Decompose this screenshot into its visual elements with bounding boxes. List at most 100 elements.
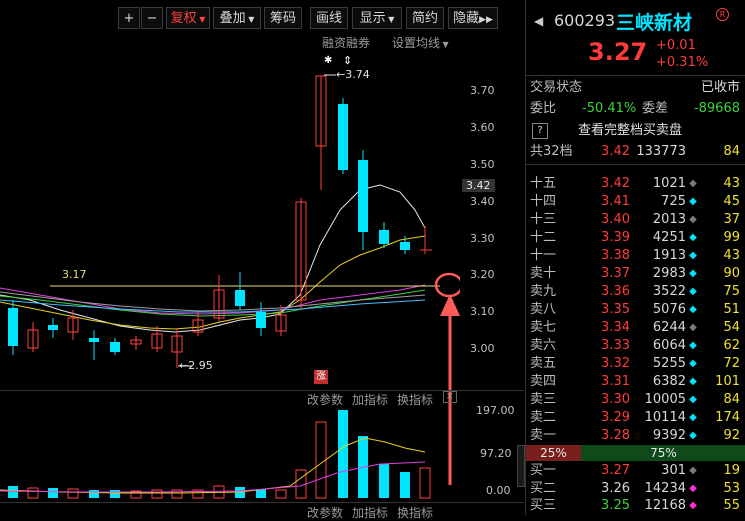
weibi-label: 委比 (530, 101, 557, 116)
diamond-icon: ◆ (689, 376, 697, 387)
shezhi-junxian-dropdown[interactable]: 设置均线 ▼ (392, 34, 449, 51)
rongzi-link[interactable]: 融资融券 (322, 34, 370, 51)
zoom-out-button[interactable]: − (141, 7, 163, 29)
price-change-pct: +0.31% (656, 55, 709, 70)
trade-status-row: 交易状态 已收市 (526, 79, 745, 97)
diejia-dropdown[interactable]: 叠加 ▼ (213, 7, 261, 29)
price-axis-label: 3.00 (470, 342, 495, 355)
level-count: 99 (723, 230, 740, 245)
weibi-row: 委比 -50.41% 委差 -89668 (526, 100, 745, 118)
level-volume: 14234 (644, 481, 686, 496)
price-axis-label: 3.40 (470, 195, 495, 208)
diamond-icon: ◆ (689, 394, 697, 405)
diamond-icon: ◆ (689, 412, 697, 423)
list-item: 卖一 3.28 9392 ◆ 92 (526, 427, 745, 445)
huanzhibiao-button-2[interactable]: 换指标 (397, 504, 433, 521)
settings-circle-icon[interactable]: R (716, 8, 729, 21)
level-count: 72 (723, 356, 740, 371)
chouma-button[interactable]: 筹码 (264, 7, 302, 29)
level-label: 卖九 (530, 284, 557, 299)
full-book-row[interactable]: ? 查看完整档买卖盘 (526, 122, 745, 140)
current-price-axis-label: 3.42 (462, 179, 495, 192)
double-arrow-icon: ▶▶ (479, 15, 493, 25)
huaxian-button[interactable]: 画线 (310, 7, 348, 29)
level-price: 3.30 (601, 392, 630, 407)
level-label: 卖四 (530, 374, 557, 389)
chevron-down-icon: ▼ (440, 40, 449, 49)
level-count: 75 (723, 284, 740, 299)
diamond-icon: ◆ (689, 358, 697, 369)
chevron-down-icon: ▼ (385, 15, 395, 24)
list-item: 卖六 3.33 6064 ◆ 62 (526, 337, 745, 355)
level-price: 3.38 (601, 248, 630, 263)
yincang-button[interactable]: 隐藏▶▶ (448, 7, 498, 29)
low-price-label: ←2.95 (179, 359, 213, 372)
level-label: 买一 (530, 463, 557, 478)
level-price: 3.33 (601, 338, 630, 353)
current-price: 3.27 (588, 38, 648, 66)
weibi-value: -50.41% (582, 101, 637, 116)
fuquan-dropdown[interactable]: 复权 ▼ (166, 7, 210, 29)
level-price: 3.39 (601, 230, 630, 245)
jianyue-button[interactable]: 简约 (406, 7, 444, 29)
volume-chart[interactable] (0, 406, 460, 501)
level-price: 3.41 (601, 194, 630, 209)
close-icon[interactable]: ✕ (443, 391, 457, 403)
price-axis-label: 3.60 (470, 121, 495, 134)
level-volume: 2983 (652, 266, 686, 281)
total-levels-row: 共32档 3.42 133773 84 (526, 143, 745, 161)
level-label: 卖七 (530, 320, 557, 335)
stock-name: 三峡新材 (616, 12, 693, 34)
header-divider (526, 75, 745, 76)
level-label: 卖三 (530, 392, 557, 407)
level-price: 3.29 (601, 410, 630, 425)
diamond-icon: ◆ (689, 214, 697, 225)
level-price: 3.36 (601, 284, 630, 299)
price-axis-label: 3.30 (470, 232, 495, 245)
list-item: 十一 3.38 1913 ◆ 43 (526, 247, 745, 265)
help-icon[interactable]: ? (532, 123, 548, 139)
diamond-icon: ◆ (689, 196, 697, 207)
prev-stock-icon[interactable]: ◀ (534, 14, 543, 28)
level-count: 55 (723, 498, 740, 513)
level-volume: 9392 (652, 428, 686, 443)
total-price: 3.42 (601, 144, 630, 159)
level-price: 3.31 (601, 374, 630, 389)
xianshi-dropdown[interactable]: 显示 ▼ (352, 7, 402, 29)
level-volume: 1021 (652, 176, 686, 191)
level-volume: 6382 (652, 374, 686, 389)
price-level-label: 3.17 (62, 268, 87, 281)
total-volume: 133773 (636, 144, 686, 159)
level-count: 90 (723, 266, 740, 281)
full-book-link[interactable]: 查看完整档买卖盘 (578, 122, 682, 140)
level-count: 19 (723, 463, 740, 478)
list-item: 卖十 3.37 2983 ◆ 90 (526, 265, 745, 283)
volume-axis-label: 0.00 (486, 484, 511, 497)
diamond-icon: ◆ (689, 483, 697, 494)
level-label: 卖八 (530, 302, 557, 317)
diamond-icon: ◆ (689, 304, 697, 315)
level-label: 买三 (530, 498, 557, 513)
list-item: 卖九 3.36 3522 ◆ 75 (526, 283, 745, 301)
level-count: 174 (715, 410, 740, 425)
diamond-icon: ◆ (689, 232, 697, 243)
price-chart[interactable] (0, 52, 460, 382)
gaican-button-2[interactable]: 改参数 (307, 504, 343, 521)
price-axis-label: 3.20 (470, 268, 495, 281)
list-item: 卖四 3.31 6382 ◆ 101 (526, 373, 745, 391)
list-item: 卖二 3.29 10114 ◆ 174 (526, 409, 745, 427)
panel-toggle-handle[interactable] (517, 445, 525, 487)
level-volume: 5255 (652, 356, 686, 371)
level-volume: 725 (661, 194, 686, 209)
level-count: 54 (723, 320, 740, 335)
zoom-in-button[interactable]: + (118, 7, 140, 29)
xianshi-label: 显示 (359, 11, 386, 26)
weicha-value: -89668 (693, 101, 740, 116)
weicha-label: 委差 (642, 101, 669, 116)
level-volume: 4251 (652, 230, 686, 245)
diejia-label: 叠加 (219, 11, 246, 26)
level-volume: 3522 (652, 284, 686, 299)
list-item: 十三 3.40 2013 ◆ 37 (526, 211, 745, 229)
price-axis-label: 3.50 (470, 158, 495, 171)
jiazhibiao-button-2[interactable]: 加指标 (352, 504, 388, 521)
